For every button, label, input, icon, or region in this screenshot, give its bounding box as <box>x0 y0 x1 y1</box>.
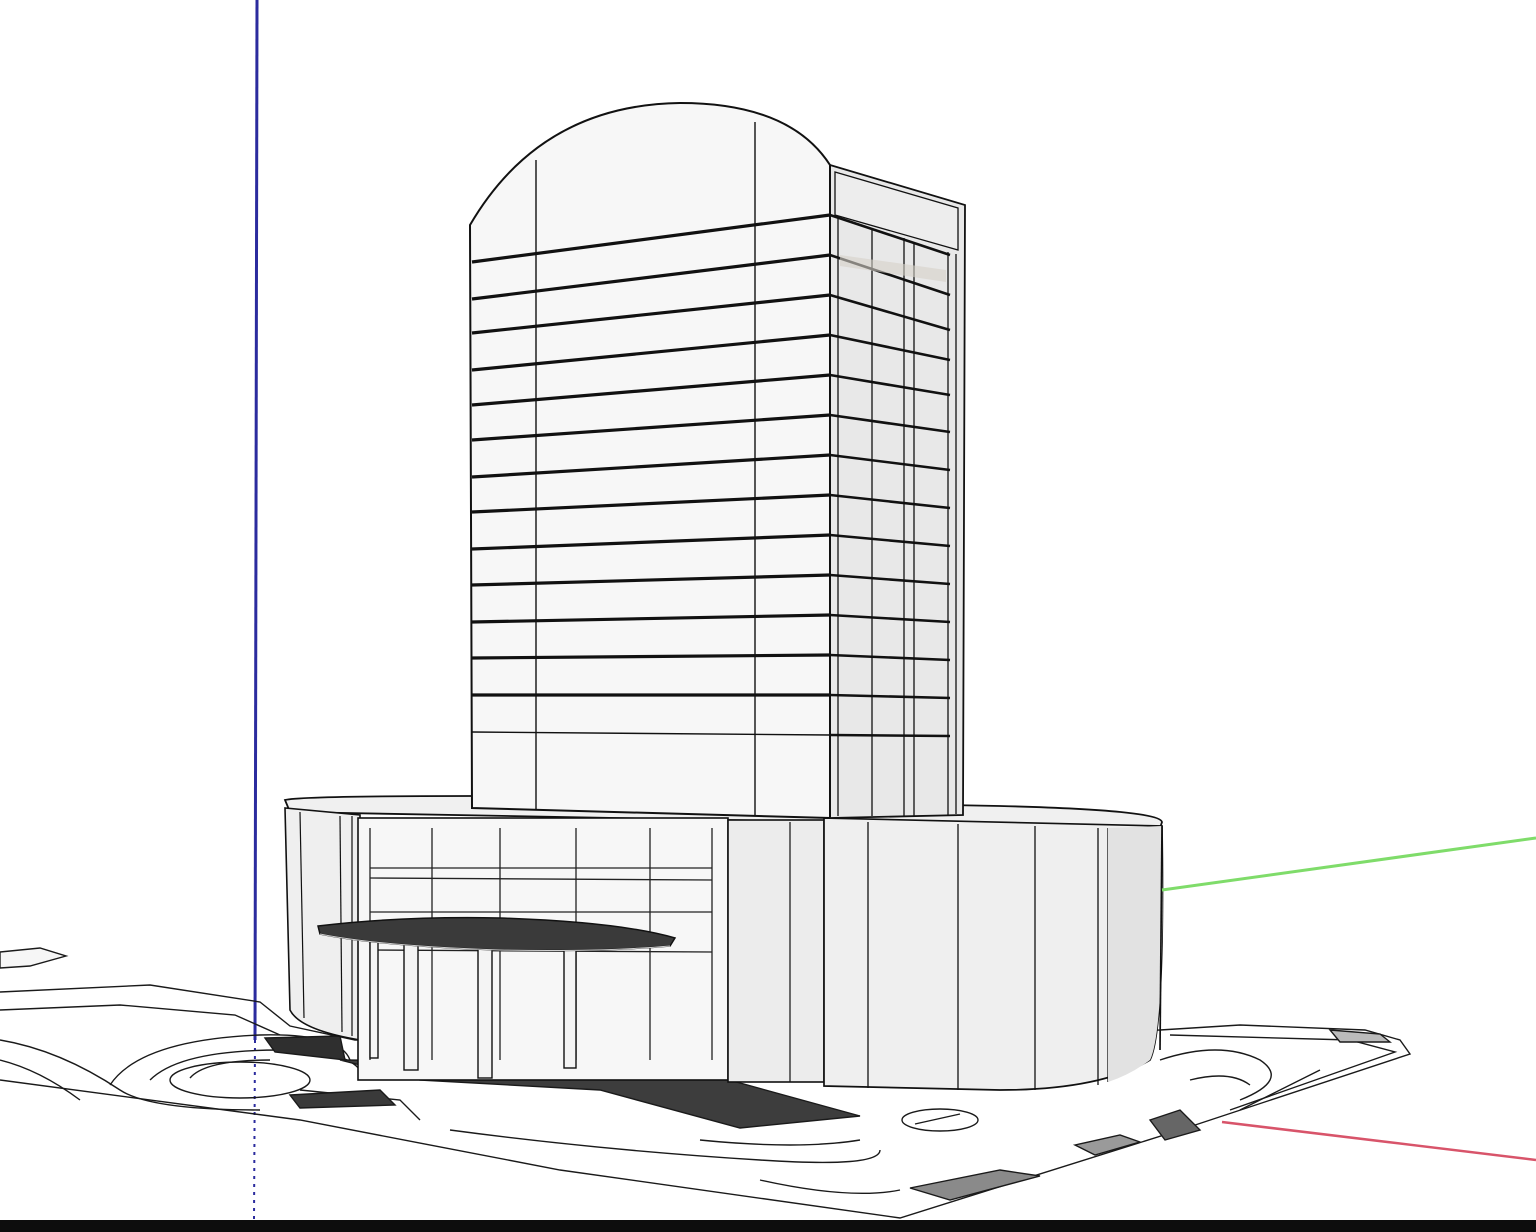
blue-axis <box>253 0 259 1220</box>
status-bar <box>0 1220 1536 1232</box>
tower <box>468 101 966 820</box>
3d-scene[interactable] <box>0 0 1536 1220</box>
green-axis <box>1161 836 1536 892</box>
red-axis <box>1221 1120 1536 1162</box>
modeling-viewport[interactable] <box>0 0 1536 1220</box>
